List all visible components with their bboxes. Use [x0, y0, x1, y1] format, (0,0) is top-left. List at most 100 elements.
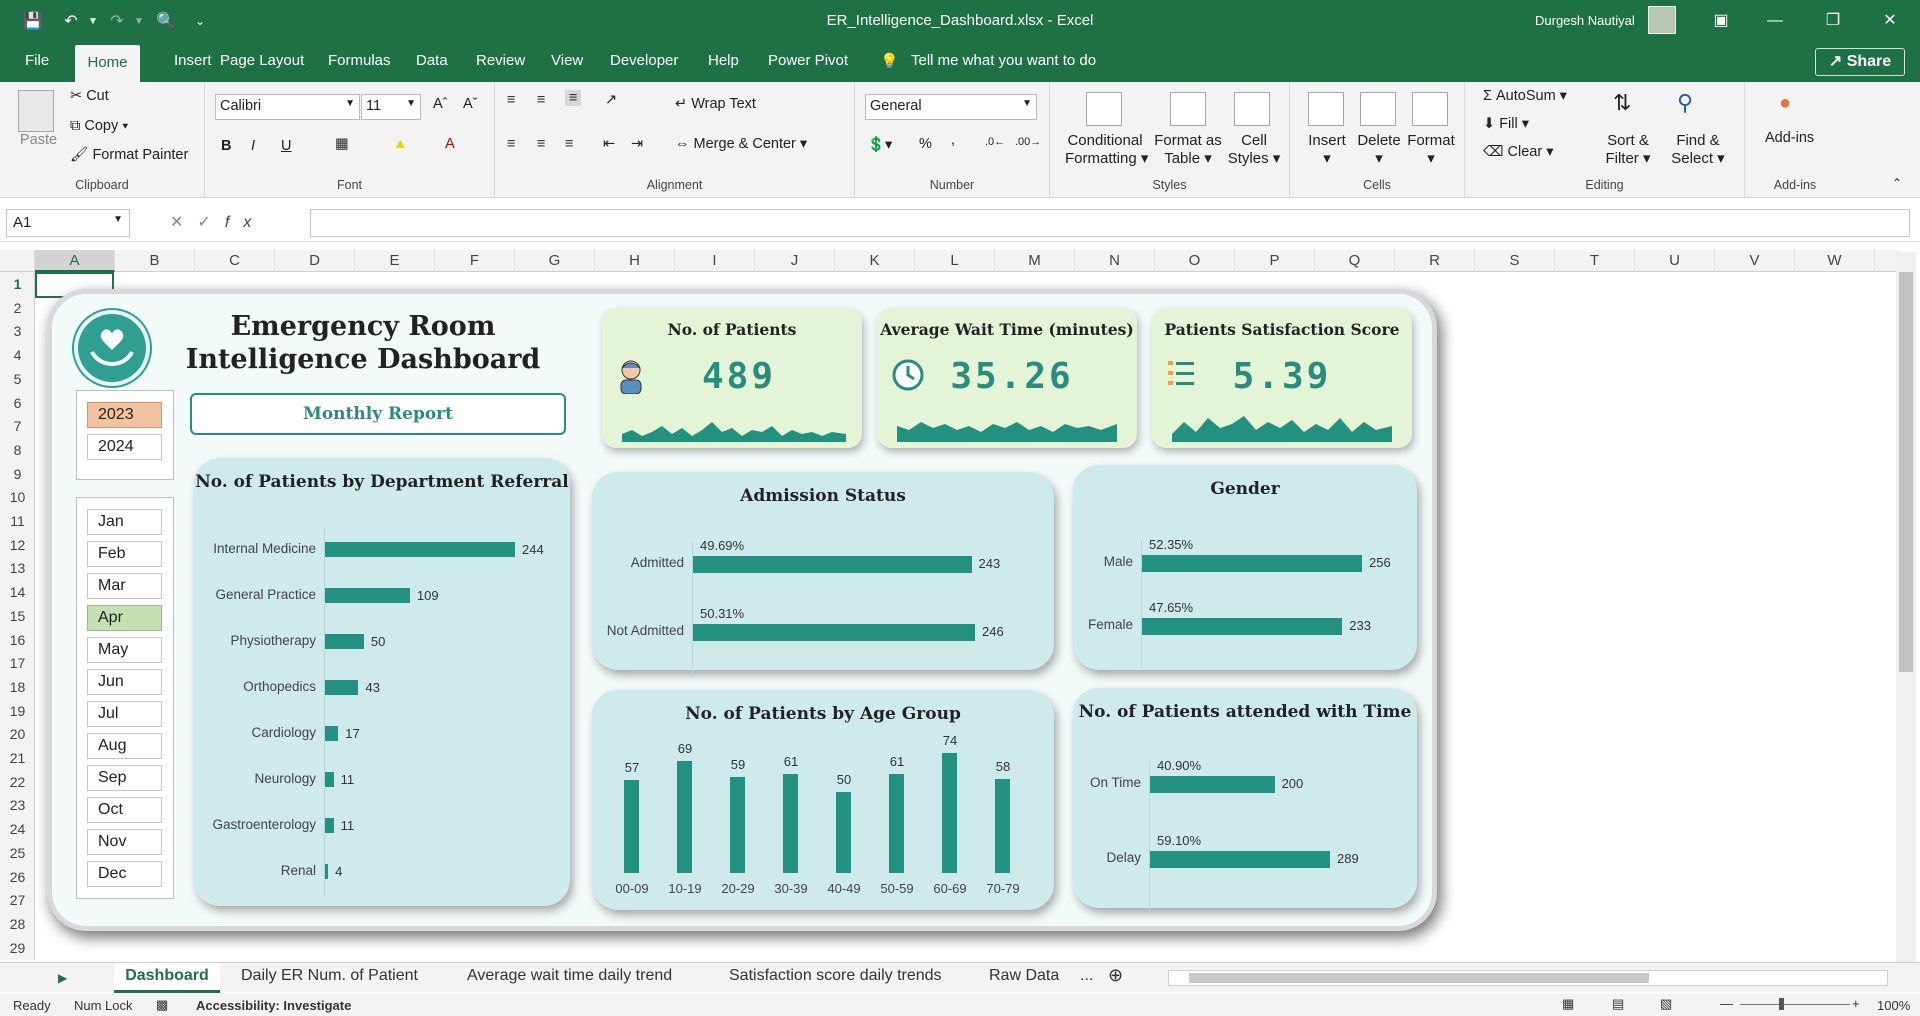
menu-home[interactable]: Home — [75, 45, 140, 82]
column-header[interactable]: B — [115, 250, 195, 272]
addins-button[interactable]: Add-ins — [1765, 130, 1814, 146]
align-bottom-icon[interactable]: ≡ — [565, 90, 582, 106]
row-header[interactable]: 22 — [0, 774, 35, 790]
sheet-tab-raw-data[interactable]: Raw Data — [989, 967, 1059, 985]
column-header[interactable]: T — [1555, 250, 1635, 272]
menu-insert[interactable]: Insert — [174, 52, 212, 69]
sheet-tab-daily-er[interactable]: Daily ER Num. of Patient — [241, 967, 418, 985]
menu-formulas[interactable]: Formulas — [328, 52, 391, 69]
align-top-icon[interactable]: ≡ — [507, 92, 515, 108]
percent-button[interactable]: % — [919, 136, 932, 152]
sheet-nav-right-icon[interactable]: ▶ — [58, 971, 67, 985]
column-header[interactable]: C — [195, 250, 275, 272]
copy-button[interactable]: ⧉ Copy ▾ — [70, 118, 128, 134]
format-as-table-icon[interactable] — [1170, 92, 1206, 126]
decrease-font-icon[interactable]: Aˇ — [463, 96, 478, 112]
insert-cells-icon[interactable] — [1308, 92, 1344, 126]
increase-indent-icon[interactable]: ⇥ — [631, 136, 643, 152]
decrease-decimal-icon[interactable]: .00→ — [1015, 136, 1041, 148]
orientation-icon[interactable]: ↗ — [605, 92, 617, 108]
zoom-slider[interactable] — [1740, 1004, 1850, 1005]
tell-me-search[interactable]: Tell me what you want to do — [911, 52, 1096, 69]
month-button[interactable]: Dec — [87, 861, 162, 887]
month-button[interactable]: Jun — [87, 669, 162, 695]
align-left-icon[interactable]: ≡ — [507, 136, 515, 152]
underline-button[interactable]: U — [281, 138, 291, 154]
row-header[interactable]: 3 — [0, 323, 35, 339]
month-button[interactable]: Mar — [87, 573, 162, 599]
menu-developer[interactable]: Developer — [610, 52, 678, 69]
fill-button[interactable]: ⬇ Fill ▾ — [1483, 116, 1529, 132]
month-button[interactable]: Feb — [87, 541, 162, 567]
format-cells-icon[interactable] — [1412, 92, 1448, 126]
row-header[interactable]: 8 — [0, 442, 35, 458]
page-layout-view-icon[interactable]: ▤ — [1612, 996, 1624, 1012]
column-header[interactable]: N — [1075, 250, 1155, 272]
sheet-tab-dashboard[interactable]: Dashboard — [114, 963, 220, 993]
page-break-view-icon[interactable]: ▧ — [1660, 996, 1672, 1012]
format-cells-button[interactable]: Format ▾ — [1404, 132, 1458, 168]
wrap-text-button[interactable]: ↵ Wrap Text — [675, 96, 756, 112]
zoom-slider-handle[interactable] — [1779, 998, 1784, 1010]
sheet-tab-wait-time[interactable]: Average wait time daily trend — [467, 967, 672, 985]
increase-font-icon[interactable]: Aˆ — [433, 96, 448, 112]
delete-cells-button[interactable]: Delete ▾ — [1354, 132, 1404, 168]
row-header[interactable]: 21 — [0, 750, 35, 766]
vertical-scrollbar[interactable] — [1896, 252, 1916, 962]
column-header[interactable]: K — [835, 250, 915, 272]
sort-filter-icon[interactable]: ⇅ — [1613, 90, 1631, 116]
column-header[interactable]: L — [915, 250, 995, 272]
vertical-scroll-thumb[interactable] — [1899, 272, 1913, 672]
menu-data[interactable]: Data — [416, 52, 448, 69]
collapse-ribbon-icon[interactable]: ⌃ — [1892, 176, 1902, 190]
row-header[interactable]: 7 — [0, 418, 35, 434]
row-header[interactable]: 29 — [0, 940, 35, 956]
column-header[interactable]: W — [1795, 250, 1875, 272]
row-header[interactable]: 2 — [0, 300, 35, 316]
month-button[interactable]: May — [87, 637, 162, 663]
delete-cells-icon[interactable] — [1360, 92, 1396, 126]
column-header[interactable]: G — [515, 250, 595, 272]
horizontal-scrollbar[interactable] — [1168, 970, 1888, 986]
row-header[interactable]: 28 — [0, 916, 35, 932]
menu-help[interactable]: Help — [708, 52, 739, 69]
user-name[interactable]: Durgesh Nautiyal — [1535, 13, 1635, 28]
currency-icon[interactable]: 💲▾ — [867, 136, 892, 153]
font-size-select[interactable]: 11 ▼ — [361, 94, 421, 120]
conditional-formatting-button[interactable]: Conditional Formatting ▾ — [1065, 132, 1148, 168]
select-all-corner[interactable] — [0, 250, 35, 272]
cell-styles-icon[interactable] — [1234, 92, 1270, 126]
close-icon[interactable]: ✕ — [1875, 8, 1905, 34]
column-header[interactable]: D — [275, 250, 355, 272]
row-header[interactable]: 26 — [0, 869, 35, 885]
avatar[interactable] — [1648, 6, 1676, 34]
row-header[interactable]: 12 — [0, 537, 35, 553]
column-header[interactable]: E — [355, 250, 435, 272]
conditional-formatting-icon[interactable] — [1086, 92, 1122, 126]
sheet-tab-satisfaction[interactable]: Satisfaction score daily trends — [729, 967, 942, 985]
accessibility-status[interactable]: Accessibility: Investigate — [196, 998, 351, 1013]
column-header[interactable]: O — [1155, 250, 1235, 272]
more-sheets-icon[interactable]: ... — [1080, 967, 1093, 985]
fill-color-icon[interactable]: ▲ — [393, 136, 407, 152]
row-header[interactable]: 6 — [0, 395, 35, 411]
row-header[interactable]: 9 — [0, 466, 35, 482]
minimize-icon[interactable]: — — [1760, 8, 1790, 34]
comma-button[interactable]: , — [951, 132, 955, 148]
column-header[interactable]: S — [1475, 250, 1555, 272]
share-button[interactable]: ↗ Share — [1815, 48, 1905, 76]
month-button[interactable]: Sep — [87, 765, 162, 791]
format-as-table-button[interactable]: Format as Table ▾ — [1150, 132, 1226, 168]
row-header[interactable]: 17 — [0, 655, 35, 671]
menu-view[interactable]: View — [551, 52, 583, 69]
month-button[interactable]: Aug — [87, 733, 162, 759]
align-center-icon[interactable]: ≡ — [537, 136, 545, 152]
row-header[interactable]: 23 — [0, 797, 35, 813]
name-box[interactable]: A1 ▼ — [6, 209, 130, 237]
cancel-icon[interactable]: ✕ — [170, 214, 197, 231]
menu-page-layout[interactable]: Page Layout — [220, 52, 304, 69]
row-header[interactable]: 1 — [0, 276, 35, 292]
align-middle-icon[interactable]: ≡ — [537, 92, 545, 108]
find-select-icon[interactable]: ⚲ — [1677, 90, 1693, 116]
clear-button[interactable]: ⌫ Clear ▾ — [1483, 144, 1554, 160]
